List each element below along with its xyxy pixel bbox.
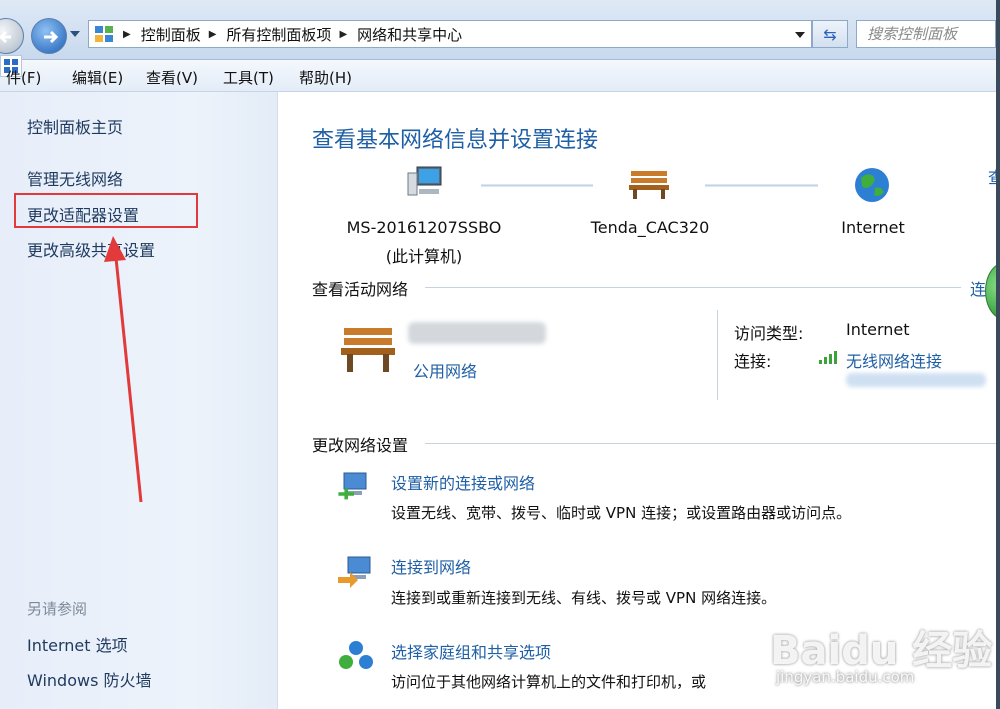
homegroup-icon[interactable] <box>336 636 376 676</box>
menu-help[interactable]: 帮助(H) <box>299 67 352 88</box>
menu-edit[interactable]: 编辑(E) <box>72 67 123 88</box>
computer-icon[interactable] <box>405 165 445 201</box>
address-dropdown-icon[interactable] <box>795 32 805 38</box>
section-divider <box>425 443 1000 444</box>
chevron-right-icon[interactable]: ▶ <box>339 29 347 40</box>
globe-icon[interactable] <box>853 166 891 204</box>
connect-network-icon[interactable] <box>336 551 376 591</box>
task-homegroup-link[interactable]: 选择家庭组和共享选项 <box>391 639 551 663</box>
back-arrow-icon <box>0 30 11 44</box>
history-dropdown-icon[interactable] <box>70 31 80 37</box>
breadcrumb-control-panel[interactable]: 控制面板 <box>141 24 201 45</box>
see-also-heading: 另请参阅 <box>27 600 88 618</box>
breadcrumb-all-items[interactable]: 所有控制面板项 <box>226 24 331 45</box>
network-name-redacted <box>408 322 546 344</box>
task-connect-network-link[interactable]: 连接到网络 <box>391 554 471 578</box>
wifi-signal-icon <box>819 351 837 364</box>
breadcrumb-network-center[interactable]: 网络和共享中心 <box>357 24 462 45</box>
menu-file[interactable]: 件(F) <box>6 67 41 88</box>
control-panel-icon <box>95 26 113 42</box>
computer-name: MS-20161207SSBO <box>346 218 502 237</box>
forward-arrow-icon <box>44 30 59 44</box>
internet-label: Internet <box>841 218 905 237</box>
task-setup-connection-desc: 设置无线、宽带、拨号、临时或 VPN 连接；或设置路由器或访问点。 <box>391 504 852 522</box>
task-connect-network-desc: 连接到或重新连接到无线、有线、拨号或 VPN 网络连接。 <box>391 589 777 607</box>
public-network-bench-icon[interactable] <box>338 324 398 376</box>
connect-disconnect-link[interactable]: 连 <box>970 276 986 300</box>
forward-button[interactable] <box>31 18 67 54</box>
new-connection-icon[interactable] <box>336 467 376 507</box>
computer-sub-label: (此计算机) <box>385 247 463 266</box>
map-connector <box>481 184 593 187</box>
sidebar-manage-wireless[interactable]: 管理无线网络 <box>27 166 123 190</box>
map-connector <box>705 184 818 187</box>
network-type-link[interactable]: 公用网络 <box>413 358 477 382</box>
watermark-url: jingyan.baidu.com <box>776 668 915 686</box>
refresh-button[interactable]: ⇆ <box>812 20 848 48</box>
wireless-connection-link[interactable]: 无线网络连接 <box>846 348 942 372</box>
task-setup-connection-link[interactable]: 设置新的连接或网络 <box>391 470 535 494</box>
address-field[interactable]: ▶ 控制面板 ▶ 所有控制面板项 ▶ 网络和共享中心 <box>88 20 812 48</box>
access-type-label: 访问类型: <box>734 324 804 343</box>
watermark: Baidu 经验 jingyan.baidu.com <box>762 618 992 694</box>
bench-icon[interactable] <box>627 167 671 201</box>
vertical-divider <box>717 310 718 400</box>
sidebar-advanced-sharing[interactable]: 更改高级共享设置 <box>27 237 155 261</box>
sidebar-internet-options[interactable]: Internet 选项 <box>27 632 128 656</box>
highlight-box <box>14 193 198 228</box>
sidebar-control-panel-home[interactable]: 控制面板主页 <box>27 114 123 138</box>
window-frame <box>996 0 1000 709</box>
access-type-value: Internet <box>846 320 910 339</box>
search-input[interactable]: 搜索控制面板 <box>856 20 996 48</box>
active-networks-heading: 查看活动网络 <box>312 280 409 299</box>
page-title: 查看基本网络信息并设置连接 <box>312 128 599 153</box>
back-button[interactable] <box>0 18 24 54</box>
chevron-right-icon[interactable]: ▶ <box>123 29 131 40</box>
task-homegroup-desc: 访问位于其他网络计算机上的文件和打印机，或 <box>391 673 707 691</box>
network-name: Tenda_CAC320 <box>590 218 710 237</box>
refresh-icon: ⇆ <box>823 24 837 44</box>
chevron-right-icon[interactable]: ▶ <box>209 29 217 40</box>
menu-tools[interactable]: 工具(T) <box>223 67 274 88</box>
connection-label: 连接: <box>734 352 772 371</box>
change-settings-heading: 更改网络设置 <box>312 436 409 455</box>
address-bar: ▶ 控制面板 ▶ 所有控制面板项 ▶ 网络和共享中心 ⇆ 搜索控制面板 <box>0 0 1000 60</box>
ssid-redacted <box>846 373 986 387</box>
section-divider <box>425 287 961 288</box>
sidebar-windows-firewall[interactable]: Windows 防火墙 <box>27 667 152 691</box>
menu-view[interactable]: 查看(V) <box>146 67 198 88</box>
